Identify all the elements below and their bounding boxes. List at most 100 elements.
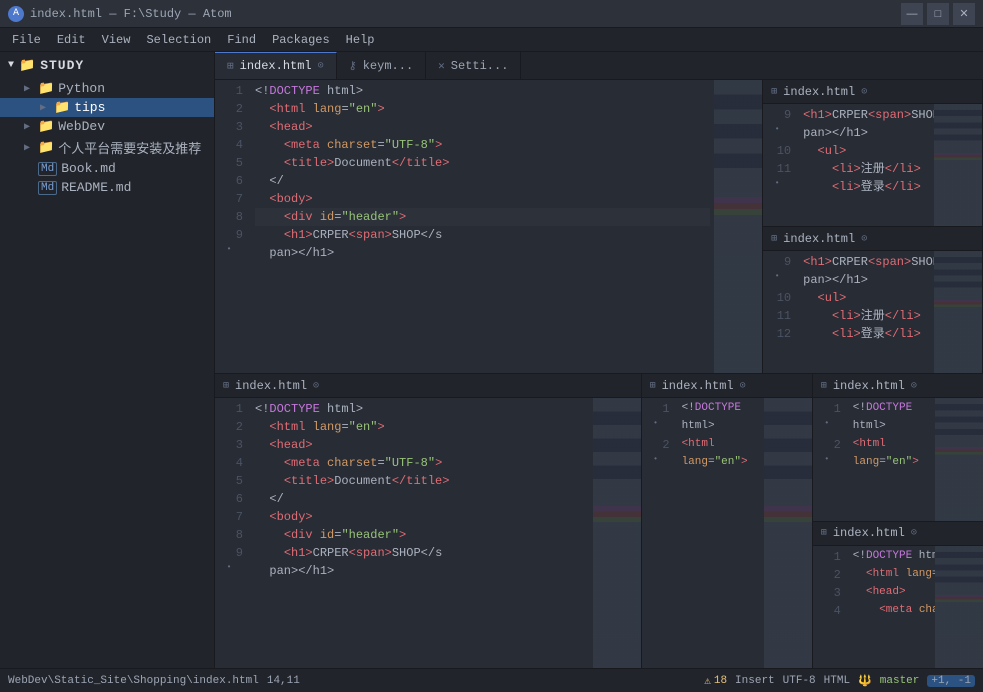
editor-area: ⊞ index.html ⊙ ⚷ keym... ✕ Setti... [215,52,983,668]
menu-packages[interactable]: Packages [264,31,338,49]
menu-selection[interactable]: Selection [138,31,219,49]
minimap-br-lower [935,546,983,669]
sidebar-item-python[interactable]: ▶ 📁 Python [0,79,214,98]
tab-keym-label: keym... [363,59,413,73]
pane-tab-label-br-upper: index.html [833,379,905,393]
git-icon-1: ⊙ [318,60,324,72]
pane-git-icon-top-right: ⊙ [861,86,867,98]
pane-tab-bar-br-upper: ⊞ index.html ⊙ [813,374,983,398]
code-area-bottom-middle[interactable]: 1•2• <!DOCTYPE html> <html lang="en"> [642,398,812,668]
minimize-button[interactable]: — [901,3,923,25]
sidebar-item-webdev[interactable]: ▶ 📁 WebDev [0,117,214,136]
code-area-top-right-lower[interactable]: 9•101112 <h1>CRPER<span>SHOP</s pan></h1… [763,251,982,373]
python-label: Python [58,81,105,96]
sidebar-root-label: Study [40,58,84,73]
menu-help[interactable]: Help [338,31,383,49]
bm-git-icon: ⊙ [740,380,746,392]
line-numbers-bottom-left: 12345 6789• [215,398,251,668]
pane-top-right: ⊞ index.html ⊙ 9•1011• <h1>CRPER<span>SH… [763,80,983,373]
titlebar: A index.html — F:\Study — Atom — □ ✕ [0,0,983,28]
minimap-tr-upper [934,104,982,226]
minimap-br-upper [935,398,983,521]
minimap-bottom-middle [764,398,812,668]
brl-html-icon: ⊞ [821,527,827,539]
statusbar-encoding: UTF-8 [783,675,816,687]
menu-find[interactable]: Find [219,31,264,49]
tab-keym[interactable]: ⚷ keym... [337,52,426,79]
code-area-bottom-left[interactable]: 12345 6789• <!DOCTYPE html> <html lang="… [215,398,641,668]
pane-git-icon-top-right2: ⊙ [861,233,867,245]
line-numbers-bottom-middle: 1•2• [642,398,678,668]
code-area-top-right-upper[interactable]: 9•1011• <h1>CRPER<span>SHOP</s pan></h1>… [763,104,982,226]
code-area-br-lower[interactable]: 1234 <!DOCTYPE html> <html lang="en"> <h… [813,546,983,669]
warning-count: 18 [714,675,727,687]
code-content-br-lower: <!DOCTYPE html> <html lang="en"> <head> … [849,546,935,669]
sidebar-header: ▼ 📁 Study [0,52,214,79]
code-content-tr-lower: <h1>CRPER<span>SHOP</s pan></h1> <ul> <l… [799,251,934,373]
minimap-bottom-left [593,398,641,668]
statusbar-warnings: ⚠ 18 [704,674,727,688]
menubar: File Edit View Selection Find Packages H… [0,28,983,52]
app-icon: A [8,6,24,22]
code-area-br-upper[interactable]: 1•2• <!DOCTYPE html> <html lang="en"> [813,398,983,521]
sidebar-item-tips[interactable]: ▶ 📁 tips [0,98,214,117]
code-area-top-left[interactable]: 12345 6789• <!DOCTYPE html> <html lang="… [215,80,762,373]
close-button[interactable]: ✕ [953,3,975,25]
bm-html-icon: ⊞ [650,380,656,392]
pane-bottom-middle: ⊞ index.html ⊙ 1•2• <!DOCTYPE html> <htm… [642,374,813,668]
tips-arrow: ▶ [40,102,52,114]
sidebar-arrow: ▼ [8,60,15,71]
line-numbers-tr-lower: 9•101112 [763,251,799,373]
settings-icon: ✕ [438,59,445,73]
readmemd-type-icon: Md [38,181,57,195]
sidebar: ▼ 📁 Study ▶ 📁 Python ▶ 📁 tips ▶ 📁 WebDev [0,52,215,668]
top-row: 12345 6789• <!DOCTYPE html> <html lang="… [215,80,983,374]
pane-bottom-left: ⊞ index.html ⊙ 12345 6789• <!DOCTYPE htm… [215,374,642,668]
pane-html-icon: ⊞ [771,86,777,98]
line-numbers-br-lower: 1234 [813,546,849,669]
python-arrow: ▶ [24,83,36,95]
personal-label: 个人平台需要安装及推荐 [58,138,201,157]
bl-git-icon: ⊙ [313,380,319,392]
personal-arrow: ▶ [24,142,36,154]
statusbar: WebDev\Static_Site\Shopping\index.html 1… [0,668,983,692]
tab-index-html[interactable]: ⊞ index.html ⊙ [215,52,337,79]
keym-icon: ⚷ [349,59,357,73]
readmemd-label: README.md [61,180,131,195]
pane-tab-label-bottom-left: index.html [235,379,307,393]
sidebar-item-personal[interactable]: ▶ 📁 个人平台需要安装及推荐 [0,136,214,159]
statusbar-git-icon: 🔱 [858,674,872,688]
personal-folder-icon: 📁 [38,140,54,155]
pane-tab-bar-top-right: ⊞ index.html ⊙ [763,80,982,104]
python-folder-icon: 📁 [38,81,54,96]
bookmd-label: Book.md [61,161,116,176]
bl-html-icon: ⊞ [223,380,229,392]
tab-settings[interactable]: ✕ Setti... [426,52,521,79]
statusbar-diff: +1, -1 [927,675,975,687]
menu-view[interactable]: View [94,31,139,49]
html-icon: ⊞ [227,59,234,73]
statusbar-right: ⚠ 18 Insert UTF-8 HTML 🔱 master +1, -1 [704,674,975,688]
minimap-top-left [714,80,762,373]
maximize-button[interactable]: □ [927,3,949,25]
warning-icon: ⚠ [704,674,711,688]
project-folder-icon: 📁 [19,58,36,73]
pane-bottom-right: ⊞ index.html ⊙ 1•2• <!DOCTYPE html> < [813,374,983,668]
statusbar-position: 14,11 [267,675,300,687]
statusbar-branch: master [880,675,920,687]
pane-tab-label-bottom-middle: index.html [662,379,734,393]
menu-file[interactable]: File [4,31,49,49]
pane-html-icon2: ⊞ [771,233,777,245]
statusbar-left: WebDev\Static_Site\Shopping\index.html 1… [8,675,300,687]
menu-edit[interactable]: Edit [49,31,94,49]
tab-index-label: index.html [240,59,312,73]
pane-tab-bar-bottom-left: ⊞ index.html ⊙ [215,374,641,398]
sidebar-item-bookmd[interactable]: Md Book.md [0,159,214,178]
statusbar-grammar: HTML [824,675,850,687]
tips-label: tips [74,100,105,115]
sidebar-item-readmemd[interactable]: Md README.md [0,178,214,197]
line-numbers-tr-upper: 9•1011• [763,104,799,226]
main-layout: ▼ 📁 Study ▶ 📁 Python ▶ 📁 tips ▶ 📁 WebDev [0,52,983,668]
tips-folder-icon: 📁 [54,100,70,115]
tab-settings-label: Setti... [451,59,509,73]
